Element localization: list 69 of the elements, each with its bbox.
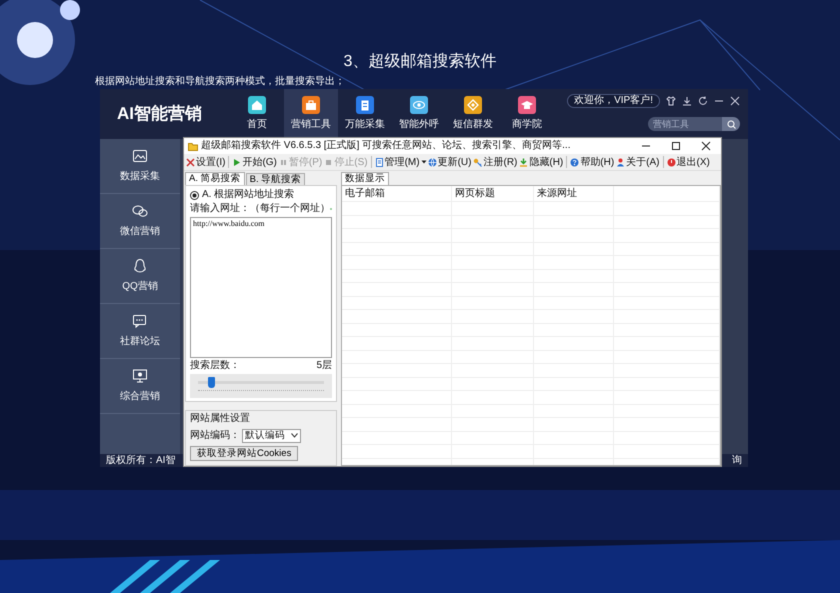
window-title: 超级邮箱搜索软件 V6.6.5.3 [正式版] 可搜索任意网站、论坛、搜索引擎、商贸网等... — [201, 139, 570, 153]
chat-icon — [132, 203, 148, 219]
eye-icon — [410, 96, 428, 114]
tools-icon — [186, 158, 195, 166]
home-icon — [248, 96, 266, 114]
search-field[interactable]: 营销工具 — [648, 117, 722, 131]
group-title: 网站属性设置 — [190, 413, 251, 425]
penguin-icon — [132, 258, 148, 274]
depth-label: 搜索层数： — [190, 360, 240, 372]
tab[interactable]: A. 简易搜索 — [185, 172, 245, 185]
maximize-icon — [671, 141, 681, 151]
close-icon — [730, 96, 740, 106]
slide-title: 3、超级邮箱搜索软件 — [342, 52, 498, 72]
clipboard-icon — [356, 96, 374, 114]
download-icon — [519, 158, 528, 166]
chevron-icon — [291, 433, 298, 438]
toolbar-button[interactable]: 关于(A) — [615, 156, 660, 168]
depth-value: 5层 — [316, 360, 332, 372]
encoding-label: 网站编码： — [190, 428, 240, 443]
column-header: 网页标题 — [452, 186, 534, 201]
nav-tab[interactable]: 营销工具 — [284, 89, 338, 139]
toolbar-button[interactable]: 退出(X) — [666, 156, 711, 168]
power-icon — [666, 158, 676, 166]
toolbar-button[interactable]: 帮助(H) — [569, 156, 616, 168]
shirt-icon — [666, 96, 676, 106]
radio-button[interactable] — [190, 190, 199, 200]
image-icon — [132, 148, 148, 164]
app-logo: AI智能营销 — [117, 103, 203, 126]
search-icon — [726, 120, 736, 128]
graduation-cap-icon — [518, 96, 536, 114]
toolbar-button[interactable]: 管理(M) — [374, 156, 421, 168]
pause-icon — [278, 158, 288, 166]
status-text: 版权所有：AI智 — [106, 454, 176, 467]
slide-subtitle: 根据网站地址搜索和导航搜索两种模式，批量搜索导出； — [95, 75, 346, 89]
encoding-dropdown[interactable]: 默认编码 — [242, 428, 301, 442]
monitor-icon — [132, 368, 148, 384]
column-header: 电子邮箱 — [342, 186, 452, 201]
user-icon — [616, 158, 626, 166]
briefcase-icon — [302, 96, 320, 114]
close-icon — [701, 141, 711, 151]
toolbar-button[interactable]: 更新(U) — [426, 156, 472, 168]
caret-icon[interactable] — [420, 159, 427, 165]
column-header: 来源网址 — [534, 186, 614, 201]
toolbar-button[interactable]: 注册(R) — [472, 156, 518, 168]
refresh-icon — [698, 96, 708, 106]
toolbar-button[interactable]: 隐藏(H) — [518, 156, 564, 168]
toolbar-button[interactable]: 设置(I) — [185, 156, 226, 168]
slider-thumb[interactable] — [208, 377, 215, 388]
toolbar-button[interactable]: 开始(G) — [231, 156, 278, 168]
cookies-button[interactable]: 获取登录网站Cookies — [190, 446, 298, 461]
document-icon — [374, 158, 384, 166]
play-icon — [232, 158, 242, 166]
folder-icon — [188, 142, 198, 150]
stop-icon — [324, 158, 334, 166]
tab[interactable]: 数据显示 — [341, 172, 389, 185]
url-label: 请输入网址：（每行一个网址） — [190, 203, 330, 215]
radio-label: A. 根据网站地址搜索 — [202, 189, 294, 201]
welcome-label: 欢迎你，VIP客户! — [567, 94, 660, 108]
url-input[interactable]: http://www.baidu.com — [190, 217, 332, 358]
download-icon — [682, 96, 692, 106]
message-icon — [132, 313, 148, 329]
diamond-icon — [464, 96, 482, 114]
key-icon — [473, 158, 482, 166]
tab[interactable]: B. 导航搜索 — [246, 173, 306, 185]
help-icon — [570, 158, 580, 166]
depth-slider[interactable] — [190, 374, 332, 398]
search-button[interactable] — [722, 117, 740, 131]
status-text: 询 — [732, 454, 742, 467]
globe-icon — [428, 158, 437, 166]
